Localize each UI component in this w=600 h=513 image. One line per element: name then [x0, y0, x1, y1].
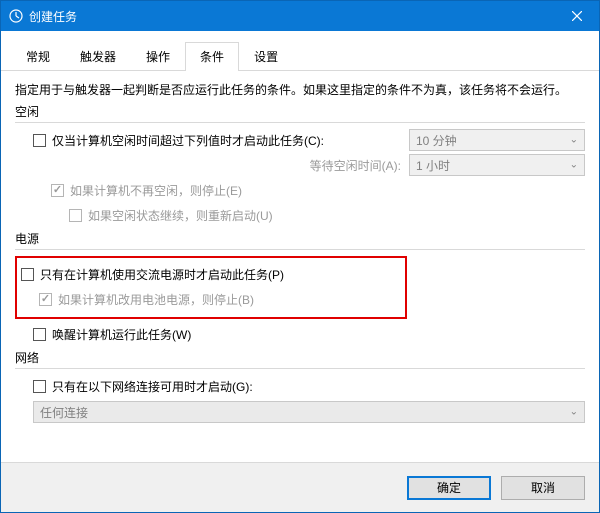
chevron-down-icon: ⌄ [570, 135, 578, 146]
combo-wait-timeout-value: 1 小时 [416, 157, 450, 174]
label-stop-on-battery: 如果计算机改用电池电源，则停止(B) [58, 291, 254, 308]
label-stop-if-not-idle: 如果计算机不再空闲，则停止(E) [70, 182, 242, 199]
conditions-description: 指定用于与触发器一起判断是否应运行此任务的条件。如果这里指定的条件不为真，该任务… [15, 81, 585, 99]
title-bar: 创建任务 [1, 1, 599, 31]
checkbox-start-if-connection[interactable] [33, 380, 46, 393]
checkbox-stop-on-battery[interactable] [39, 293, 52, 306]
close-icon [572, 8, 582, 24]
close-button[interactable] [554, 1, 599, 31]
tab-strip: 常规 触发器 操作 条件 设置 [1, 31, 599, 71]
checkbox-start-only-if-idle[interactable] [33, 134, 46, 147]
window-title: 创建任务 [29, 8, 77, 25]
ok-button-label: 确定 [437, 479, 461, 496]
divider [15, 249, 585, 250]
label-start-only-if-idle: 仅当计算机空闲时间超过下列值时才启动此任务(C): [52, 132, 324, 149]
dialog-footer: 确定 取消 [1, 462, 599, 512]
tab-triggers[interactable]: 触发器 [65, 42, 131, 71]
divider [15, 368, 585, 369]
highlight-annotation: 只有在计算机使用交流电源时才启动此任务(P) 如果计算机改用电池电源，则停止(B… [15, 256, 407, 319]
checkbox-start-on-ac[interactable] [21, 268, 34, 281]
label-wait-for-idle: 等待空闲时间(A): [52, 157, 401, 174]
chevron-down-icon: ⌄ [570, 407, 578, 418]
label-wake-to-run: 唤醒计算机运行此任务(W) [52, 326, 191, 343]
tab-panel-conditions: 指定用于与触发器一起判断是否应运行此任务的条件。如果这里指定的条件不为真，该任务… [1, 71, 599, 471]
tab-settings[interactable]: 设置 [239, 42, 293, 71]
label-start-if-connection: 只有在以下网络连接可用时才启动(G): [52, 378, 253, 395]
tab-actions[interactable]: 操作 [131, 42, 185, 71]
divider [15, 122, 585, 123]
combo-network-connection-value: 任何连接 [40, 404, 88, 421]
ok-button[interactable]: 确定 [407, 476, 491, 500]
label-start-on-ac: 只有在计算机使用交流电源时才启动此任务(P) [40, 266, 284, 283]
section-idle-label: 空闲 [15, 103, 585, 120]
combo-idle-duration[interactable]: 10 分钟 ⌄ [409, 129, 585, 151]
combo-network-connection[interactable]: 任何连接 ⌄ [33, 401, 585, 423]
checkbox-wake-to-run[interactable] [33, 328, 46, 341]
checkbox-restart-if-idle[interactable] [69, 209, 82, 222]
cancel-button[interactable]: 取消 [501, 476, 585, 500]
cancel-button-label: 取消 [531, 479, 555, 496]
label-restart-if-idle: 如果空闲状态继续，则重新启动(U) [88, 207, 273, 224]
combo-idle-duration-value: 10 分钟 [416, 132, 457, 149]
combo-wait-timeout[interactable]: 1 小时 ⌄ [409, 154, 585, 176]
section-power-label: 电源 [15, 230, 585, 247]
section-network-label: 网络 [15, 349, 585, 366]
app-icon [9, 9, 23, 23]
tab-conditions[interactable]: 条件 [185, 42, 239, 71]
checkbox-stop-if-not-idle[interactable] [51, 184, 64, 197]
tab-general[interactable]: 常规 [11, 42, 65, 71]
chevron-down-icon: ⌄ [570, 160, 578, 171]
